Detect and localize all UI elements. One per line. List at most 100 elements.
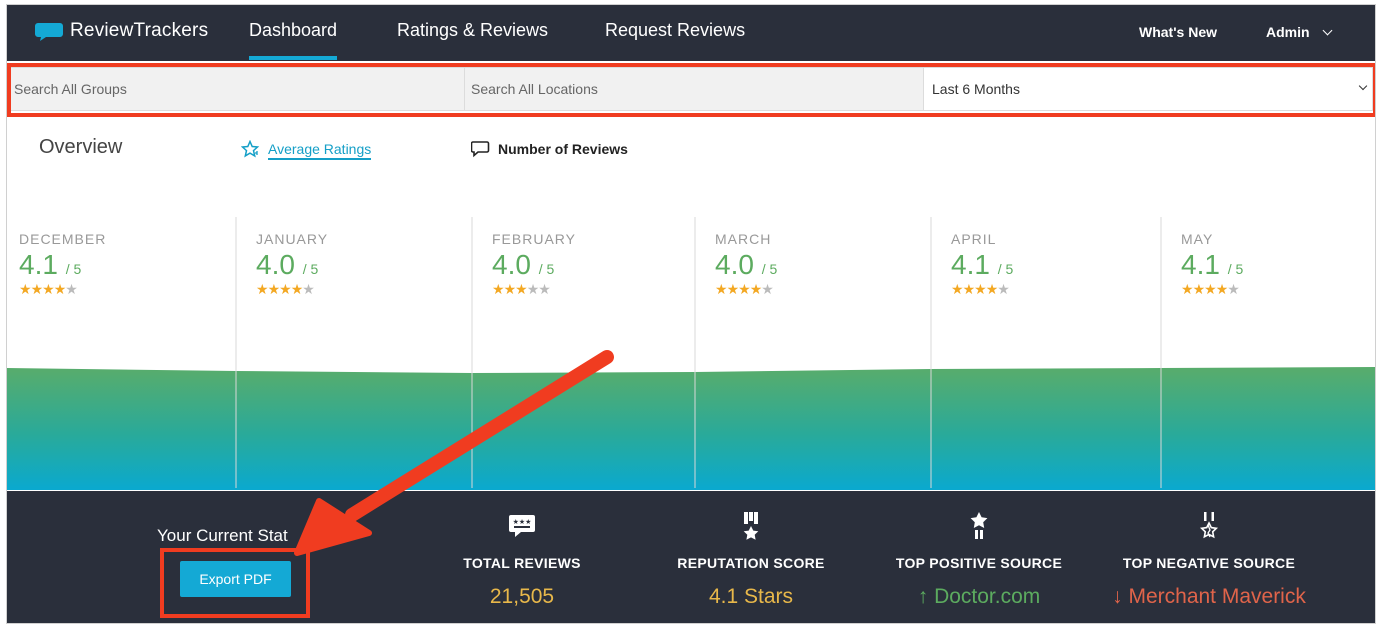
- arrow-up-icon: ↑: [917, 585, 929, 608]
- star-rating: ★★★★★: [1181, 282, 1243, 296]
- top-negative-label: TOP NEGATIVE SOURCE: [1122, 555, 1296, 571]
- arrow-down-icon: ↓: [1112, 585, 1123, 608]
- star-filled-icon: ★: [492, 281, 505, 297]
- export-highlight-box: [160, 548, 310, 618]
- month-name: MARCH: [715, 231, 772, 247]
- chevron-down-icon: [1322, 25, 1333, 36]
- month-rating: 4.0 / 5: [492, 249, 555, 280]
- tab-number-of-reviews-label: Number of Reviews: [498, 141, 628, 157]
- tab-number-of-reviews[interactable]: Number of Reviews: [471, 140, 628, 158]
- whats-new-link[interactable]: What's New: [1139, 24, 1217, 40]
- nav-ratings-reviews[interactable]: Ratings & Reviews: [397, 20, 548, 41]
- month-rating: 4.1 / 5: [951, 249, 1014, 280]
- tab-average-ratings[interactable]: Average Ratings: [241, 140, 372, 160]
- star-empty-icon: ★: [302, 281, 315, 297]
- stats-title: Your Current Stat: [157, 526, 288, 545]
- svg-text:★★★: ★★★: [513, 518, 532, 526]
- star-empty-icon: ★: [65, 281, 78, 297]
- speech-bubbles-icon: [471, 141, 490, 158]
- reputation-score-label: REPUTATION SCORE: [677, 555, 825, 571]
- star-filled-icon: ★: [951, 281, 964, 297]
- star-filled-icon: ★: [503, 281, 517, 297]
- month-card-december: DECEMBER 4.1 / 5 ★★★★★: [19, 231, 106, 296]
- month-card-january: JANUARY 4.0 / 5 ★★★★★: [256, 231, 328, 296]
- month-card-february: FEBRUARY 4.0 / 5 ★★★★★: [492, 231, 576, 296]
- stat-top-positive-source: TOP POSITIVE SOURCE ↑ Doctor.com: [869, 509, 1089, 609]
- star-filled-icon: ★: [1204, 281, 1217, 297]
- stat-reputation-score: REPUTATION SCORE 4.1 Stars: [641, 509, 861, 609]
- star-rating: ★★★★★: [492, 282, 576, 296]
- star-rating: ★★★★★: [951, 282, 1013, 296]
- star-filled-icon: ★: [53, 281, 67, 297]
- star-rating: ★★★★★: [256, 282, 328, 296]
- current-stats-panel: Your Current Stat Export PDF ★★★ TOTAL R…: [7, 491, 1375, 623]
- star-empty-icon: ★: [538, 281, 551, 297]
- month-name: APRIL: [951, 231, 997, 247]
- star-filled-icon: ★: [974, 281, 987, 297]
- star-filled-icon: ★: [715, 281, 728, 297]
- star-filled-icon: ★: [1192, 281, 1206, 297]
- area-fill: [7, 367, 1375, 490]
- star-filled-icon: ★: [1181, 281, 1194, 297]
- medal-icon: [743, 512, 759, 540]
- top-negative-value: ↓ Merchant Maverick: [1112, 585, 1306, 608]
- month-card-march: MARCH 4.0 / 5 ★★★★★: [715, 231, 777, 296]
- star-outline-icon: [241, 140, 260, 158]
- month-rating: 4.1 / 5: [1181, 249, 1244, 280]
- month-card-may: MAY 4.1 / 5 ★★★★★: [1181, 231, 1243, 296]
- star-filled-icon: ★: [256, 281, 269, 297]
- tab-average-ratings-label: Average Ratings: [268, 141, 372, 160]
- nav-dashboard[interactable]: Dashboard: [249, 20, 338, 60]
- app-window: ReviewTrackers Dashboard Ratings & Revie…: [6, 4, 1376, 624]
- overview-title: Overview: [39, 136, 123, 158]
- review-bubble-icon: ★★★: [509, 515, 535, 537]
- broken-star-icon: [1199, 512, 1219, 539]
- star-empty-icon: ★: [761, 281, 774, 297]
- period-select-value: Last 6 Months: [932, 81, 1020, 97]
- month-card-april: APRIL 4.1 / 5 ★★★★★: [951, 231, 1013, 296]
- star-filled-icon: ★: [726, 281, 740, 297]
- star-filled-icon: ★: [515, 281, 528, 297]
- star-empty-icon: ★: [1227, 281, 1240, 297]
- search-groups-input[interactable]: Search All Groups: [7, 67, 465, 111]
- star-filled-icon: ★: [290, 281, 304, 297]
- chevron-down-icon: [1358, 81, 1368, 91]
- star-filled-icon: ★: [42, 281, 55, 297]
- area-chart-svg: [7, 217, 1375, 490]
- reputation-score-value: 4.1 Stars: [708, 585, 794, 608]
- logo-text: ReviewTrackers: [70, 20, 209, 41]
- top-nav: ReviewTrackers Dashboard Ratings & Revie…: [7, 5, 1375, 61]
- star-empty-icon: ★: [526, 281, 540, 297]
- top-positive-value: ↑ Doctor.com: [917, 585, 1041, 608]
- month-rating: 4.1 / 5: [19, 249, 82, 280]
- search-locations-input[interactable]: Search All Locations: [464, 67, 924, 111]
- star-rating: ★★★★★: [715, 282, 777, 296]
- month-name: FEBRUARY: [492, 231, 576, 247]
- month-name: DECEMBER: [19, 231, 107, 247]
- star-filled-icon: ★: [267, 281, 281, 297]
- total-reviews-label: TOTAL REVIEWS: [463, 555, 581, 571]
- month-rating: 4.0 / 5: [256, 249, 319, 280]
- period-select[interactable]: Last 6 Months: [923, 67, 1373, 111]
- star-filled-icon: ★: [279, 281, 292, 297]
- filter-bar: Search All Groups Search All Locations L…: [7, 63, 1375, 117]
- stat-total-reviews: ★★★ TOTAL REVIEWS 21,505: [412, 509, 632, 609]
- star-filled-icon: ★: [749, 281, 763, 297]
- speech-bubble-logo-icon: [35, 23, 63, 41]
- star-empty-icon: ★: [997, 281, 1010, 297]
- admin-menu[interactable]: Admin: [1266, 24, 1333, 40]
- logo[interactable]: ReviewTrackers: [34, 20, 208, 42]
- month-rating: 4.0 / 5: [715, 249, 778, 280]
- month-name: JANUARY: [256, 231, 329, 247]
- star-filled-icon: ★: [1215, 281, 1229, 297]
- star-filled-icon: ★: [985, 281, 999, 297]
- top-positive-label: TOP POSITIVE SOURCE: [895, 555, 1063, 571]
- ratings-area-chart: [7, 215, 1375, 490]
- month-name: MAY: [1181, 231, 1214, 247]
- star-trophy-icon: [970, 512, 988, 539]
- stat-top-negative-source: TOP NEGATIVE SOURCE ↓ Merchant Maverick: [1099, 509, 1319, 609]
- star-filled-icon: ★: [738, 281, 751, 297]
- star-rating: ★★★★★: [19, 282, 106, 296]
- total-reviews-value: 21,505: [489, 585, 555, 608]
- nav-request-reviews[interactable]: Request Reviews: [605, 20, 745, 41]
